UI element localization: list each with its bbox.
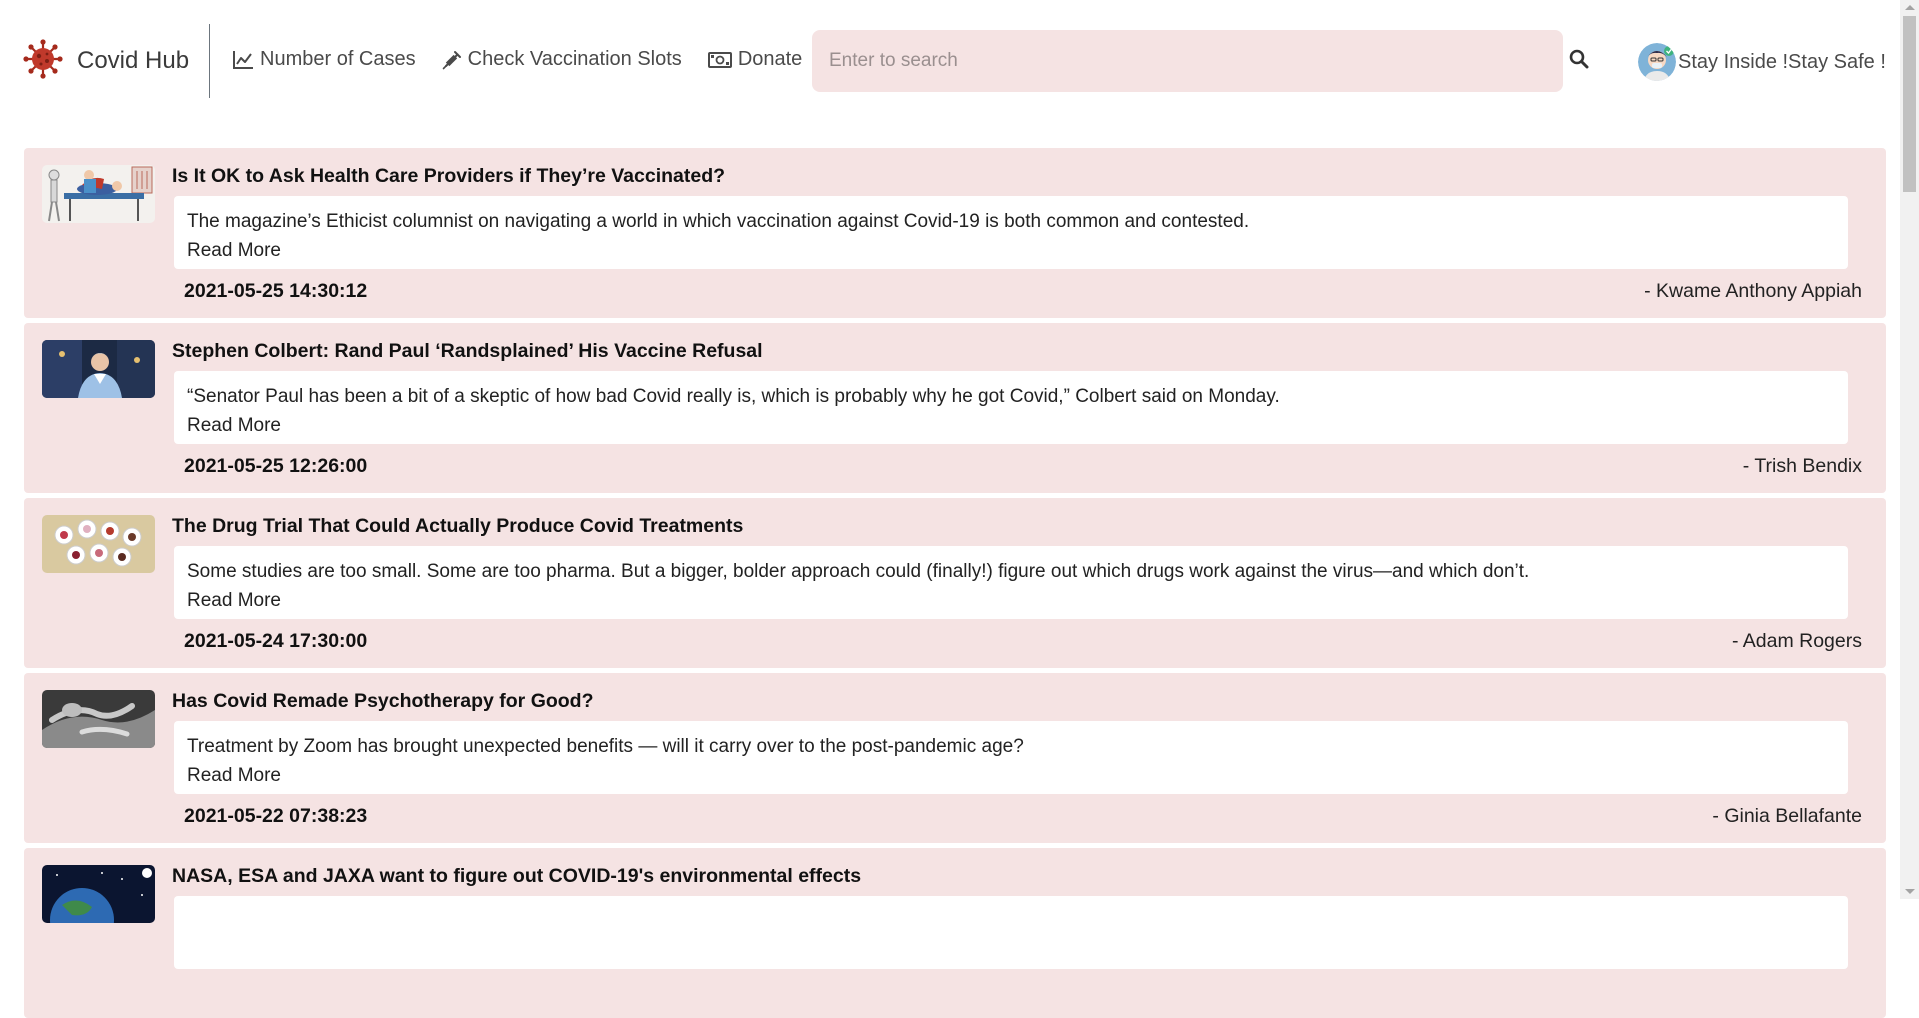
syringe-icon (442, 50, 462, 70)
search-box (812, 30, 1563, 92)
search-input[interactable] (812, 50, 1563, 72)
nav-check-vaccination-slots[interactable]: Check Vaccination Slots (442, 48, 682, 71)
news-card: NASA, ESA and JAXA want to figure out CO… (24, 848, 1886, 1018)
virus-icon (23, 38, 63, 84)
article-author: - Kwame Anthony Appiah (1644, 280, 1862, 302)
read-more-link[interactable]: Read More (187, 586, 281, 615)
article-date: 2021-05-22 07:38:23 (184, 805, 368, 827)
news-feed: Is It OK to Ask Health Care Providers if… (24, 148, 1886, 1018)
article-summary-box (174, 896, 1848, 969)
article-thumbnail (42, 865, 155, 923)
search-button[interactable] (1567, 49, 1591, 73)
nav-number-of-cases-label: Number of Cases (260, 48, 416, 70)
article-thumbnail (42, 690, 155, 748)
article-date: 2021-05-25 12:26:00 (184, 455, 368, 477)
line-chart-icon (232, 50, 254, 70)
article-date: 2021-05-25 14:30:12 (184, 280, 368, 302)
article-summary-box: The magazine’s Ethicist columnist on nav… (174, 196, 1848, 269)
article-title[interactable]: Has Covid Remade Psychotherapy for Good? (172, 690, 594, 713)
article-thumbnail (42, 515, 155, 573)
nav-donate[interactable]: Donate (707, 48, 803, 71)
article-date: 2021-05-24 17:30:00 (184, 630, 368, 652)
nav-links: Number of Cases Check Vaccination Slots (232, 48, 802, 71)
scrollbar-thumb[interactable] (1903, 16, 1916, 192)
stay-safe-text: Stay Inside !Stay Safe ! (1678, 50, 1886, 73)
article-description: The magazine’s Ethicist columnist on nav… (187, 211, 1250, 232)
nav-check-vaccination-slots-label: Check Vaccination Slots (467, 48, 682, 70)
article-title[interactable]: Is It OK to Ask Health Care Providers if… (172, 165, 725, 188)
article-thumbnail (42, 340, 155, 398)
nav-number-of-cases[interactable]: Number of Cases (232, 48, 416, 71)
news-card: Has Covid Remade Psychotherapy for Good?… (24, 673, 1886, 843)
article-author: - Adam Rogers (1731, 630, 1862, 652)
article-title[interactable]: NASA, ESA and JAXA want to figure out CO… (172, 865, 861, 888)
read-more-link[interactable]: Read More (187, 761, 281, 790)
search-icon (1569, 49, 1589, 74)
article-author: - Ginia Bellafante (1712, 805, 1862, 827)
page-scrollbar[interactable] (1900, 0, 1919, 899)
scroll-down-arrow-icon[interactable] (1905, 889, 1915, 894)
article-title[interactable]: Stephen Colbert: Rand Paul ‘Randsplained… (172, 340, 763, 363)
article-summary-box: “Senator Paul has been a bit of a skepti… (174, 371, 1848, 444)
brand-name: Covid Hub (77, 47, 190, 74)
news-card: Stephen Colbert: Rand Paul ‘Randsplained… (24, 323, 1886, 493)
article-thumbnail (42, 165, 155, 223)
top-navbar: Covid Hub Number of Cases Check Vaccinat… (0, 0, 1900, 125)
article-summary-box: Treatment by Zoom has brought unexpected… (174, 721, 1848, 794)
article-description: “Senator Paul has been a bit of a skepti… (187, 386, 1280, 407)
article-author: - Trish Bendix (1742, 455, 1862, 477)
scroll-up-arrow-icon[interactable] (1905, 5, 1915, 10)
article-summary-box: Some studies are too small. Some are too… (174, 546, 1848, 619)
article-description: Some studies are too small. Some are too… (187, 561, 1530, 582)
avatar-icon (1638, 43, 1676, 81)
read-more-link[interactable]: Read More (187, 236, 281, 265)
read-more-link[interactable]: Read More (187, 411, 281, 440)
news-card: The Drug Trial That Could Actually Produ… (24, 498, 1886, 668)
article-title[interactable]: The Drug Trial That Could Actually Produ… (172, 515, 743, 538)
brand-link[interactable]: Covid Hub (23, 24, 211, 98)
money-bill-icon (707, 51, 732, 69)
nav-donate-label: Donate (737, 48, 803, 70)
article-description: Treatment by Zoom has brought unexpected… (187, 736, 1024, 757)
user-greeting: Stay Inside !Stay Safe ! (1638, 43, 1886, 81)
news-card: Is It OK to Ask Health Care Providers if… (24, 148, 1886, 318)
